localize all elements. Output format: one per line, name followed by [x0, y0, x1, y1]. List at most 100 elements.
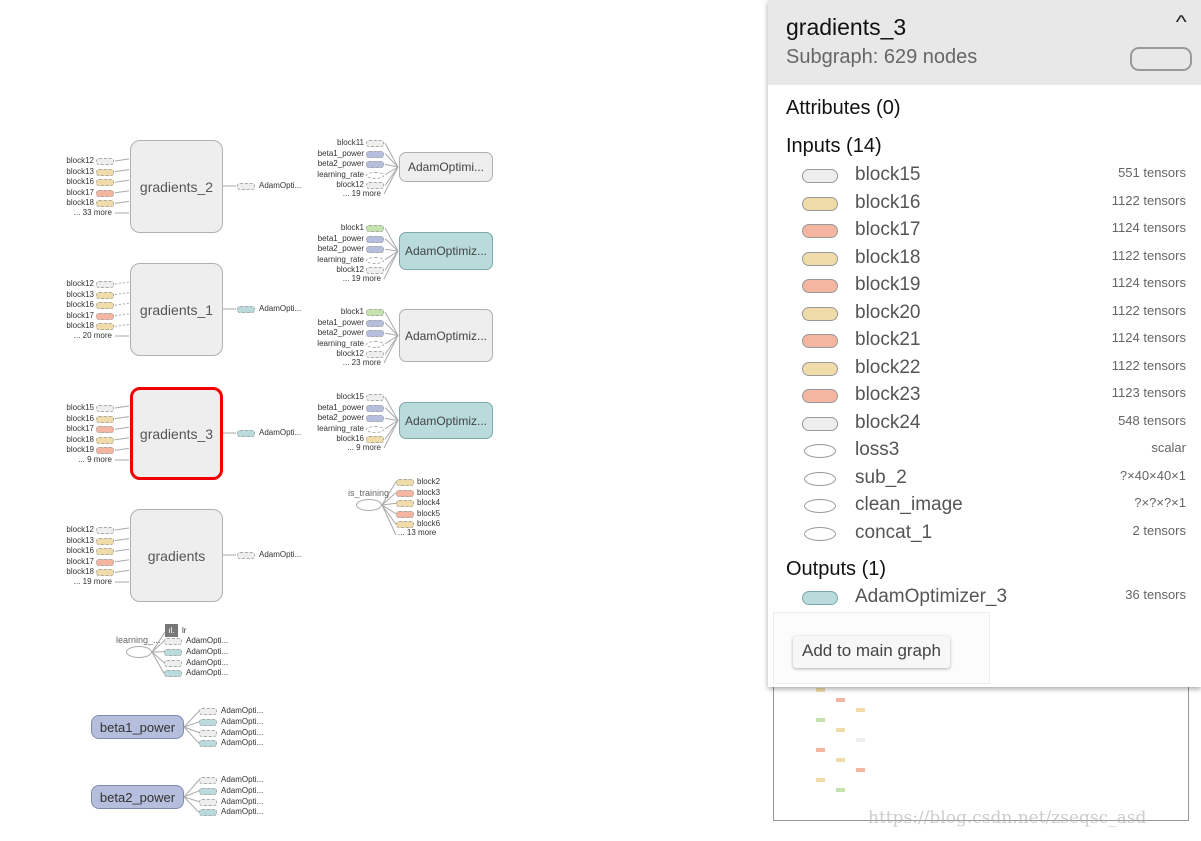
- output-node-adam[interactable]: [237, 183, 255, 190]
- input-node-learning_rate[interactable]: [366, 425, 384, 433]
- input-node-block12[interactable]: [96, 158, 114, 165]
- input-node-block1[interactable]: [366, 225, 384, 232]
- more-label[interactable]: ... 9 more: [300, 443, 381, 452]
- more-label[interactable]: ... 20 more: [40, 331, 112, 340]
- input-node-block12[interactable]: [96, 281, 114, 288]
- panel-input-row[interactable]: block16 1122 tensors: [768, 191, 1201, 218]
- subgraph-node-gradients_3[interactable]: gradients_3: [130, 387, 223, 480]
- graph-canvas[interactable]: gradients_2 block12 block13 block16 block17 b…: [0, 0, 768, 841]
- output-node-adam[interactable]: [237, 552, 255, 559]
- subgraph-node-gradients_1[interactable]: gradients_1: [130, 263, 223, 356]
- input-node-block18[interactable]: [96, 200, 114, 208]
- panel-input-row[interactable]: block15 551 tensors: [768, 163, 1201, 190]
- more-label[interactable]: ... 33 more: [40, 208, 112, 217]
- variable-node-beta1_power[interactable]: beta1_power: [91, 715, 184, 739]
- node-name[interactable]: block17: [855, 218, 921, 242]
- input-node-beta2_power[interactable]: [366, 246, 384, 254]
- panel-input-row[interactable]: loss3 scalar: [768, 438, 1201, 465]
- input-node-beta1_power[interactable]: [366, 404, 384, 412]
- input-node-block13[interactable]: [96, 537, 114, 545]
- input-node-block17[interactable]: [96, 312, 114, 320]
- output-node-adam[interactable]: [199, 809, 217, 817]
- input-node-beta1_power[interactable]: [366, 235, 384, 243]
- learning-rate-node[interactable]: [126, 646, 152, 658]
- more-label[interactable]: ... 19 more: [300, 189, 381, 198]
- input-node-block18[interactable]: [96, 323, 114, 331]
- inputs-heading[interactable]: Inputs (14): [786, 135, 882, 158]
- output-node-block3[interactable]: [396, 489, 414, 497]
- panel-input-row[interactable]: block17 1124 tensors: [768, 218, 1201, 245]
- input-node-beta1_power[interactable]: [366, 319, 384, 327]
- panel-input-row[interactable]: block20 1122 tensors: [768, 301, 1201, 328]
- input-node-block19[interactable]: [96, 447, 114, 455]
- input-node-block12[interactable]: [96, 527, 114, 534]
- panel-input-row[interactable]: block24 548 tensors: [768, 411, 1201, 438]
- node-name[interactable]: block16: [855, 191, 921, 215]
- input-node-block11[interactable]: [366, 140, 384, 147]
- variable-node-beta2_power[interactable]: beta2_power: [91, 785, 184, 809]
- output-node-adam[interactable]: [199, 729, 217, 737]
- node-name[interactable]: block18: [855, 246, 921, 270]
- more-label[interactable]: ... 19 more: [40, 577, 112, 586]
- output-node-adam[interactable]: [199, 718, 217, 726]
- output-node-adam[interactable]: [199, 787, 217, 795]
- node-name[interactable]: block19: [855, 273, 921, 297]
- output-node-block5[interactable]: [396, 510, 414, 518]
- input-node-block15[interactable]: [96, 405, 114, 412]
- input-node-block17[interactable]: [96, 558, 114, 566]
- node-name[interactable]: concat_1: [855, 521, 932, 545]
- adam-optimizer-node[interactable]: AdamOptimiz...: [399, 402, 493, 439]
- more-label[interactable]: ... 23 more: [300, 358, 381, 367]
- more-label[interactable]: ... 19 more: [300, 274, 381, 283]
- output-node-adam[interactable]: [199, 777, 217, 784]
- attributes-heading[interactable]: Attributes (0): [786, 97, 900, 120]
- input-node-block13[interactable]: [96, 168, 114, 176]
- node-name[interactable]: sub_2: [855, 466, 907, 490]
- output-node-adam[interactable]: [237, 430, 255, 437]
- input-node-learning_rate[interactable]: [366, 256, 384, 264]
- subgraph-node-gradients_2[interactable]: gradients_2: [130, 140, 223, 233]
- output-node-adam[interactable]: [164, 648, 182, 656]
- output-node-adam[interactable]: [164, 670, 182, 678]
- node-name[interactable]: AdamOptimizer_3: [855, 585, 1007, 609]
- adam-optimizer-node[interactable]: AdamOptimi...: [399, 152, 493, 182]
- node-name[interactable]: block20: [855, 301, 921, 325]
- output-node-block2[interactable]: [396, 479, 414, 486]
- output-node-block4[interactable]: [396, 500, 414, 508]
- node-name[interactable]: block21: [855, 328, 921, 352]
- node-name[interactable]: block23: [855, 383, 921, 407]
- input-node-block13[interactable]: [96, 291, 114, 299]
- more-label[interactable]: ... 13 more: [398, 528, 436, 537]
- node-name[interactable]: block22: [855, 356, 921, 380]
- input-node-block16[interactable]: [96, 179, 114, 187]
- summary-chart-icon[interactable]: ıl.: [165, 624, 178, 637]
- output-node-adam[interactable]: [199, 740, 217, 748]
- node-name[interactable]: loss3: [855, 438, 899, 462]
- output-node-adam[interactable]: [199, 798, 217, 806]
- panel-input-row[interactable]: block23 1123 tensors: [768, 383, 1201, 410]
- panel-input-row[interactable]: clean_image ?×?×?×1: [768, 493, 1201, 520]
- panel-output-row[interactable]: AdamOptimizer_3 36 tensors: [768, 585, 1201, 612]
- panel-input-row[interactable]: block22 1122 tensors: [768, 356, 1201, 383]
- input-node-beta1_power[interactable]: [366, 150, 384, 158]
- input-node-block17[interactable]: [96, 426, 114, 434]
- node-name[interactable]: clean_image: [855, 493, 963, 517]
- is-training-node[interactable]: [356, 499, 382, 511]
- panel-input-row[interactable]: sub_2 ?×40×40×1: [768, 466, 1201, 493]
- adam-optimizer-node[interactable]: AdamOptimiz...: [399, 309, 493, 362]
- input-node-block15[interactable]: [366, 394, 384, 401]
- panel-input-row[interactable]: block19 1124 tensors: [768, 273, 1201, 300]
- input-node-block18[interactable]: [96, 436, 114, 444]
- input-node-beta2_power[interactable]: [366, 415, 384, 423]
- input-node-block1[interactable]: [366, 309, 384, 316]
- input-node-block17[interactable]: [96, 189, 114, 197]
- panel-input-row[interactable]: block21 1124 tensors: [768, 328, 1201, 355]
- input-node-beta2_power[interactable]: [366, 161, 384, 169]
- input-node-block18[interactable]: [96, 569, 114, 577]
- output-node-adam[interactable]: [164, 659, 182, 667]
- subgraph-node-gradients[interactable]: gradients: [130, 509, 223, 602]
- panel-input-row[interactable]: block18 1122 tensors: [768, 246, 1201, 273]
- output-node-adam[interactable]: [164, 638, 182, 645]
- panel-input-row[interactable]: concat_1 2 tensors: [768, 521, 1201, 548]
- outputs-heading[interactable]: Outputs (1): [786, 558, 886, 581]
